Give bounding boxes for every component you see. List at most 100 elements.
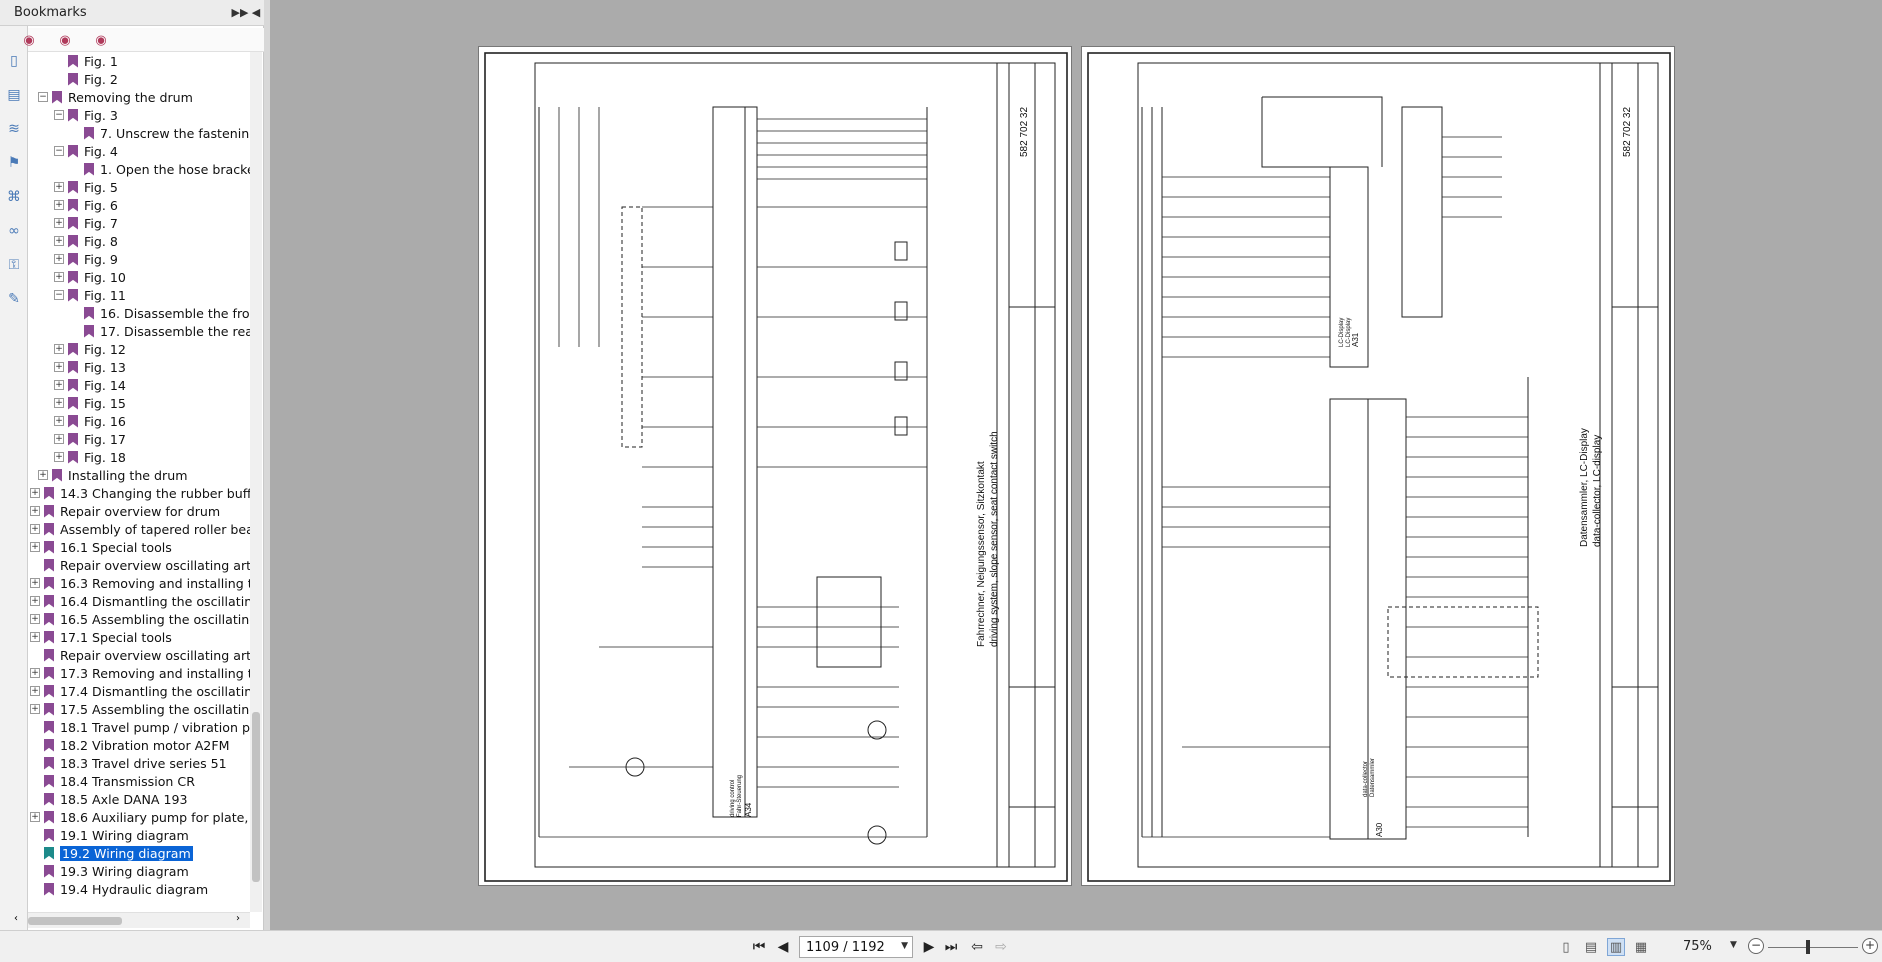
bookmark-item[interactable]: 1. Open the hose bracke — [70, 160, 250, 178]
bookmarks-icon[interactable]: ⚑ — [3, 152, 25, 174]
zoom-dropdown-icon[interactable]: ▼ — [1730, 940, 1737, 950]
bookmark-item[interactable]: +16.3 Removing and installing the os — [30, 574, 250, 592]
bookmark-item[interactable]: 18.2 Vibration motor A2FM — [30, 736, 229, 754]
document-icon[interactable]: ▤ — [3, 84, 25, 106]
bookmark-item[interactable]: +17.1 Special tools — [30, 628, 172, 646]
bookmark-item[interactable]: +17.3 Removing and installing the os — [30, 664, 250, 682]
document-page-right[interactable]: Datensammler, LC-Display data-collector,… — [1081, 46, 1675, 886]
expand-icon[interactable]: + — [54, 254, 64, 264]
bookmarks-vertical-scrollbar[interactable] — [250, 52, 262, 912]
expand-icon[interactable]: + — [54, 344, 64, 354]
two-page-icon[interactable]: ▥ — [1607, 938, 1625, 956]
expand-icon[interactable]: + — [54, 434, 64, 444]
collapse-icon[interactable]: − — [54, 110, 64, 120]
expand-icon[interactable]: + — [30, 632, 40, 642]
collapse-icon[interactable]: − — [54, 290, 64, 300]
expand-icon[interactable]: + — [30, 542, 40, 552]
expand-icon[interactable]: + — [30, 578, 40, 588]
page-number-field[interactable]: 1109 / 1192 ▼ — [799, 936, 913, 958]
bookmark-item[interactable]: 19.4 Hydraulic diagram — [30, 880, 208, 898]
bookmark-item[interactable]: 18.3 Travel drive series 51 — [30, 754, 227, 772]
bookmark-item[interactable]: + Fig. 10 — [54, 268, 126, 286]
expand-icon[interactable]: + — [30, 524, 40, 534]
next-view-icon[interactable]: ⇨ — [990, 937, 1012, 957]
expand-icon[interactable]: + — [54, 452, 64, 462]
bookmark-item[interactable]: +16.1 Special tools — [30, 538, 172, 556]
bookmark-item[interactable]: + Fig. 15 — [54, 394, 126, 412]
bookmark-item[interactable]: Repair overview oscillating articulate — [30, 646, 250, 664]
bookmark-item[interactable]: +17.5 Assembling the oscillating artic — [30, 700, 250, 718]
panel-splitter[interactable] — [264, 0, 270, 930]
bookmark-item[interactable]: 18.4 Transmission CR — [30, 772, 195, 790]
scrollbar-thumb[interactable] — [252, 712, 260, 882]
scrollbar-thumb[interactable] — [28, 917, 122, 925]
bookmark-item[interactable]: 18.5 Axle DANA 193 — [30, 790, 188, 808]
expand-icon[interactable]: + — [54, 200, 64, 210]
bookmark-item[interactable]: 19.3 Wiring diagram — [30, 862, 189, 880]
bookmark-item[interactable]: + Fig. 17 — [54, 430, 126, 448]
bookmark-item[interactable]: +16.4 Dismantling the oscillating artic — [30, 592, 250, 610]
document-page-left[interactable]: Fahrrechner, Neigungssensor, Sitzkontakt… — [478, 46, 1072, 886]
collapse-panel-icon[interactable]: ◀ — [248, 4, 264, 20]
bookmark-item[interactable]: 18.1 Travel pump / vibration pump — [30, 718, 250, 736]
zoom-slider-handle[interactable] — [1806, 940, 1810, 954]
expand-icon[interactable]: + — [54, 272, 64, 282]
single-page-icon[interactable]: ▯ — [1557, 938, 1575, 956]
expand-icon[interactable]: ▶▶ — [232, 4, 249, 20]
bookmark-item[interactable]: 17. Disassemble the rear — [70, 322, 250, 340]
bookmark-item[interactable]: + Fig. 12 — [54, 340, 126, 358]
layers-icon[interactable]: ≋ — [3, 118, 25, 140]
bookmark-item[interactable]: Fig. 1 — [54, 52, 118, 70]
bookmark-item[interactable]: 19.2 Wiring diagram — [30, 844, 193, 862]
links-icon[interactable]: ∞ — [3, 220, 25, 242]
bookmark-item[interactable]: + Fig. 5 — [54, 178, 118, 196]
bookmark-item[interactable]: +18.6 Auxiliary pump for plate, serie — [30, 808, 250, 826]
continuous-icon[interactable]: ▤ — [1582, 938, 1600, 956]
expand-icon[interactable]: + — [30, 704, 40, 714]
two-page-continuous-icon[interactable]: ▦ — [1632, 938, 1650, 956]
bookmark-item[interactable]: + Assembly of tapered roller bearing — [30, 520, 250, 538]
expand-icon[interactable]: + — [54, 398, 64, 408]
bookmark-options-icon[interactable]: ◉ — [20, 31, 38, 49]
expand-icon[interactable]: + — [30, 686, 40, 696]
bookmarks-horizontal-scrollbar[interactable]: ‹ › — [14, 912, 250, 928]
bookmark-item[interactable]: + Fig. 8 — [54, 232, 118, 250]
bookmark-item[interactable]: + Installing the drum — [38, 466, 187, 484]
zoom-out-icon[interactable]: − — [1748, 938, 1764, 954]
bookmark-item[interactable]: +14.3 Changing the rubber buffers a — [30, 484, 250, 502]
chevron-down-icon[interactable]: ▼ — [901, 941, 908, 951]
scroll-left-icon[interactable]: ‹ — [14, 913, 18, 924]
last-page-icon[interactable]: ⏭ — [940, 937, 962, 957]
previous-page-icon[interactable]: ◀ — [772, 937, 794, 957]
bookmark-item[interactable]: + Repair overview for drum — [30, 502, 220, 520]
expand-icon[interactable]: + — [54, 416, 64, 426]
bookmark-item[interactable]: + Fig. 6 — [54, 196, 118, 214]
page-thumbnail-icon[interactable]: ▯ — [3, 50, 25, 72]
bookmark-item[interactable]: + Fig. 16 — [54, 412, 126, 430]
zoom-level[interactable]: 75% — [1683, 939, 1712, 954]
bookmark-item[interactable]: Fig. 2 — [54, 70, 118, 88]
signature-icon[interactable]: ✎ — [3, 288, 25, 310]
bookmark-item[interactable]: − Fig. 3 — [54, 106, 118, 124]
bookmark-item[interactable]: + Fig. 14 — [54, 376, 126, 394]
expand-icon[interactable]: + — [54, 380, 64, 390]
expand-icon[interactable]: + — [38, 470, 48, 480]
bookmark-item[interactable]: + Fig. 7 — [54, 214, 118, 232]
expand-icon[interactable]: + — [54, 236, 64, 246]
expand-icon[interactable]: + — [54, 182, 64, 192]
expand-bookmark-icon[interactable]: ◉ — [56, 31, 74, 49]
expand-icon[interactable]: + — [30, 596, 40, 606]
previous-view-icon[interactable]: ⇦ — [966, 937, 988, 957]
zoom-in-icon[interactable]: + — [1862, 938, 1878, 954]
bookmark-item[interactable]: 19.1 Wiring diagram — [30, 826, 189, 844]
scroll-right-icon[interactable]: › — [236, 913, 240, 924]
expand-icon[interactable]: + — [30, 812, 40, 822]
bookmark-item[interactable]: + Fig. 18 — [54, 448, 126, 466]
next-page-icon[interactable]: ▶ — [918, 937, 940, 957]
bookmark-item[interactable]: +17.4 Dismantling the oscillating artic — [30, 682, 250, 700]
expand-icon[interactable]: + — [30, 614, 40, 624]
bookmark-item[interactable]: 7. Unscrew the fastening — [70, 124, 250, 142]
bookmark-item[interactable]: + Fig. 9 — [54, 250, 118, 268]
bookmark-item[interactable]: + Fig. 13 — [54, 358, 126, 376]
collapse-icon[interactable]: − — [54, 146, 64, 156]
